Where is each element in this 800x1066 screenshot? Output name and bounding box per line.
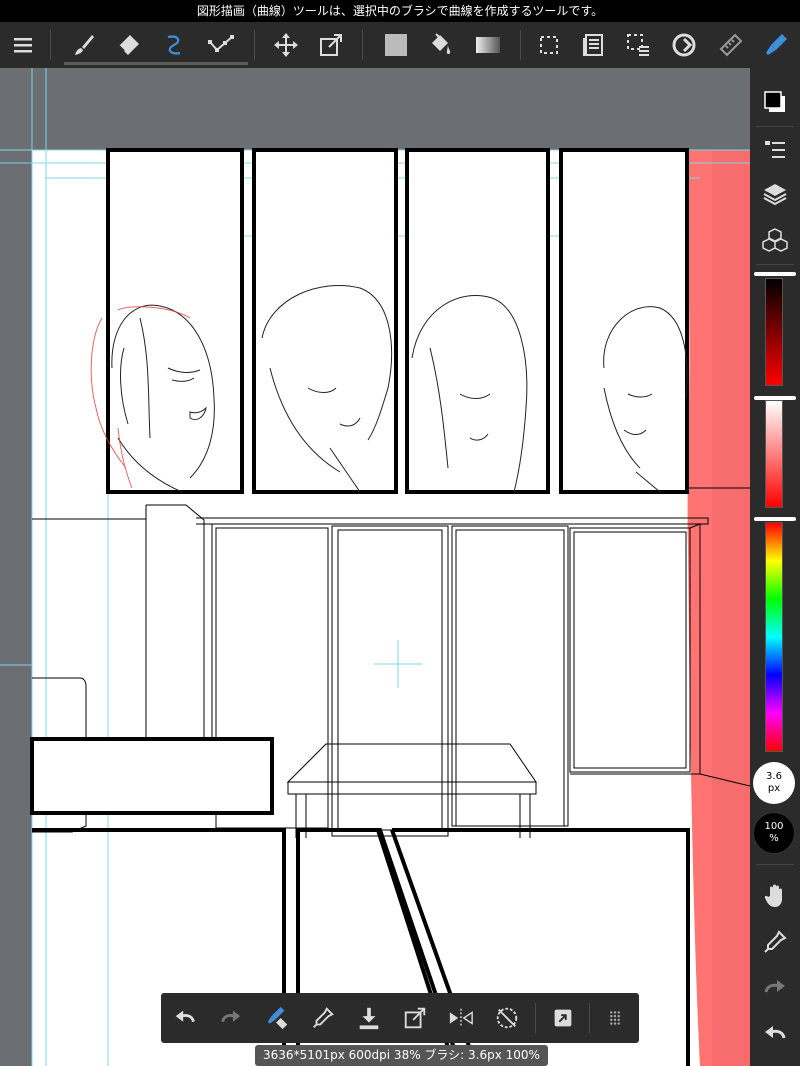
hue-slider-knob[interactable] <box>754 517 796 521</box>
eyedropper-side-button[interactable] <box>750 920 800 964</box>
color-swatch-icon <box>764 91 785 112</box>
rotate-tool-button[interactable] <box>666 22 702 68</box>
materials-button[interactable] <box>750 218 800 262</box>
toolbar-divider <box>50 30 51 60</box>
ruler-icon <box>719 33 743 57</box>
hand-icon <box>764 884 782 907</box>
transform-tool-button[interactable] <box>312 22 350 68</box>
move-icon <box>274 33 298 57</box>
opacity-unit: % <box>769 833 779 844</box>
brightness-slider-knob[interactable] <box>754 272 796 276</box>
layers-button[interactable] <box>750 172 800 216</box>
eyedropper-icon <box>313 1007 334 1028</box>
select-pen-icon <box>627 34 649 56</box>
quick-action-button[interactable] <box>543 993 583 1043</box>
save-button[interactable] <box>349 993 389 1043</box>
select-pen-tool-button[interactable] <box>620 22 656 68</box>
sidebar-divider <box>756 264 794 265</box>
brush-opacity-indicator[interactable]: 100 % <box>753 812 795 854</box>
opacity-value: 100 <box>764 821 784 832</box>
fill-color-button[interactable] <box>378 22 414 68</box>
eraser-icon <box>118 35 139 55</box>
bucket-tool-button[interactable] <box>422 22 458 68</box>
brush-size-indicator[interactable]: 3.6 px <box>753 762 795 804</box>
gradient-icon <box>476 37 500 53</box>
curve-icon <box>167 35 181 55</box>
tool-group-underline <box>64 62 248 65</box>
redo-side-button[interactable] <box>750 966 800 1010</box>
eyedropper-button[interactable] <box>303 993 343 1043</box>
text-icon <box>583 34 603 56</box>
bottom-toolbar <box>161 993 639 1043</box>
eyedropper-icon <box>764 930 787 953</box>
rotate-icon <box>672 33 696 57</box>
fill-square-icon <box>385 34 407 56</box>
redo-icon <box>764 980 785 993</box>
sidebar-divider <box>756 864 794 865</box>
color-swatch-button[interactable] <box>750 82 800 122</box>
manga-page-artwork <box>0 68 750 1066</box>
undo-icon <box>765 1026 786 1039</box>
flip-icon <box>449 1008 473 1028</box>
move-tool-button[interactable] <box>268 22 304 68</box>
brush-size-value: 3.6 <box>766 771 782 782</box>
status-message: 図形描画（曲線）ツールは、選択中のブラシで曲線を作成するツールです。 <box>196 4 604 18</box>
hand-tool-button[interactable] <box>750 874 800 918</box>
export-icon <box>404 1007 426 1029</box>
toolbar-divider <box>520 30 521 60</box>
canvas-info-text: 3636*5101px 600dpi 38% ブラシ: 3.6px 100% <box>263 1048 540 1062</box>
drawing-canvas[interactable] <box>0 68 750 1066</box>
brush-eraser-toggle-button[interactable] <box>257 993 297 1043</box>
canvas-info-bar: 3636*5101px 600dpi 38% ブラシ: 3.6px 100% <box>255 1045 548 1066</box>
select-tool-button[interactable] <box>532 22 566 68</box>
polyline-icon <box>208 35 234 52</box>
more-button[interactable] <box>595 993 635 1043</box>
brush-size-unit: px <box>767 783 781 794</box>
download-icon <box>359 1007 379 1030</box>
grid-dots-icon <box>610 1011 620 1025</box>
gradient-tool-button[interactable] <box>468 22 508 68</box>
rotate-reset-icon <box>496 1007 518 1029</box>
undo-button[interactable] <box>165 993 205 1043</box>
materials-icon <box>762 228 788 252</box>
redo-icon <box>221 1010 241 1023</box>
rotate-reset-button[interactable] <box>487 993 527 1043</box>
brightness-slider[interactable] <box>765 278 783 386</box>
menu-button[interactable] <box>6 22 40 68</box>
toolbar-divider <box>254 30 255 60</box>
toolbar-divider <box>362 30 363 60</box>
layers-icon <box>763 184 787 206</box>
right-sidebar: 3.6 px 100 % <box>750 68 800 1066</box>
brush-list-button[interactable] <box>750 128 800 172</box>
status-bar: 図形描画（曲線）ツールは、選択中のブラシで曲線を作成するツールです。 <box>0 0 800 22</box>
pen-settings-button[interactable] <box>756 22 796 68</box>
ruler-tool-button[interactable] <box>712 22 750 68</box>
bottom-toolbar-divider <box>589 1003 590 1033</box>
transform-icon <box>320 34 342 56</box>
undo-icon <box>175 1010 195 1023</box>
undo-side-button[interactable] <box>750 1012 800 1056</box>
bucket-icon <box>432 33 451 55</box>
brush-list-icon <box>765 141 785 158</box>
hue-slider[interactable] <box>765 522 783 752</box>
brush-eraser-icon <box>267 1006 288 1030</box>
top-toolbar <box>0 22 800 68</box>
quick-action-icon <box>554 1009 572 1027</box>
text-tool-button[interactable] <box>576 22 612 68</box>
redo-button[interactable] <box>211 993 251 1043</box>
bottom-toolbar-divider <box>535 1003 536 1033</box>
export-button[interactable] <box>395 993 435 1043</box>
pen-icon <box>766 34 787 55</box>
saturation-slider[interactable] <box>765 400 783 508</box>
menu-icon <box>14 38 32 53</box>
select-icon <box>540 36 558 54</box>
sidebar-divider <box>756 126 794 127</box>
brush-icon <box>75 35 94 55</box>
flip-button[interactable] <box>441 993 481 1043</box>
